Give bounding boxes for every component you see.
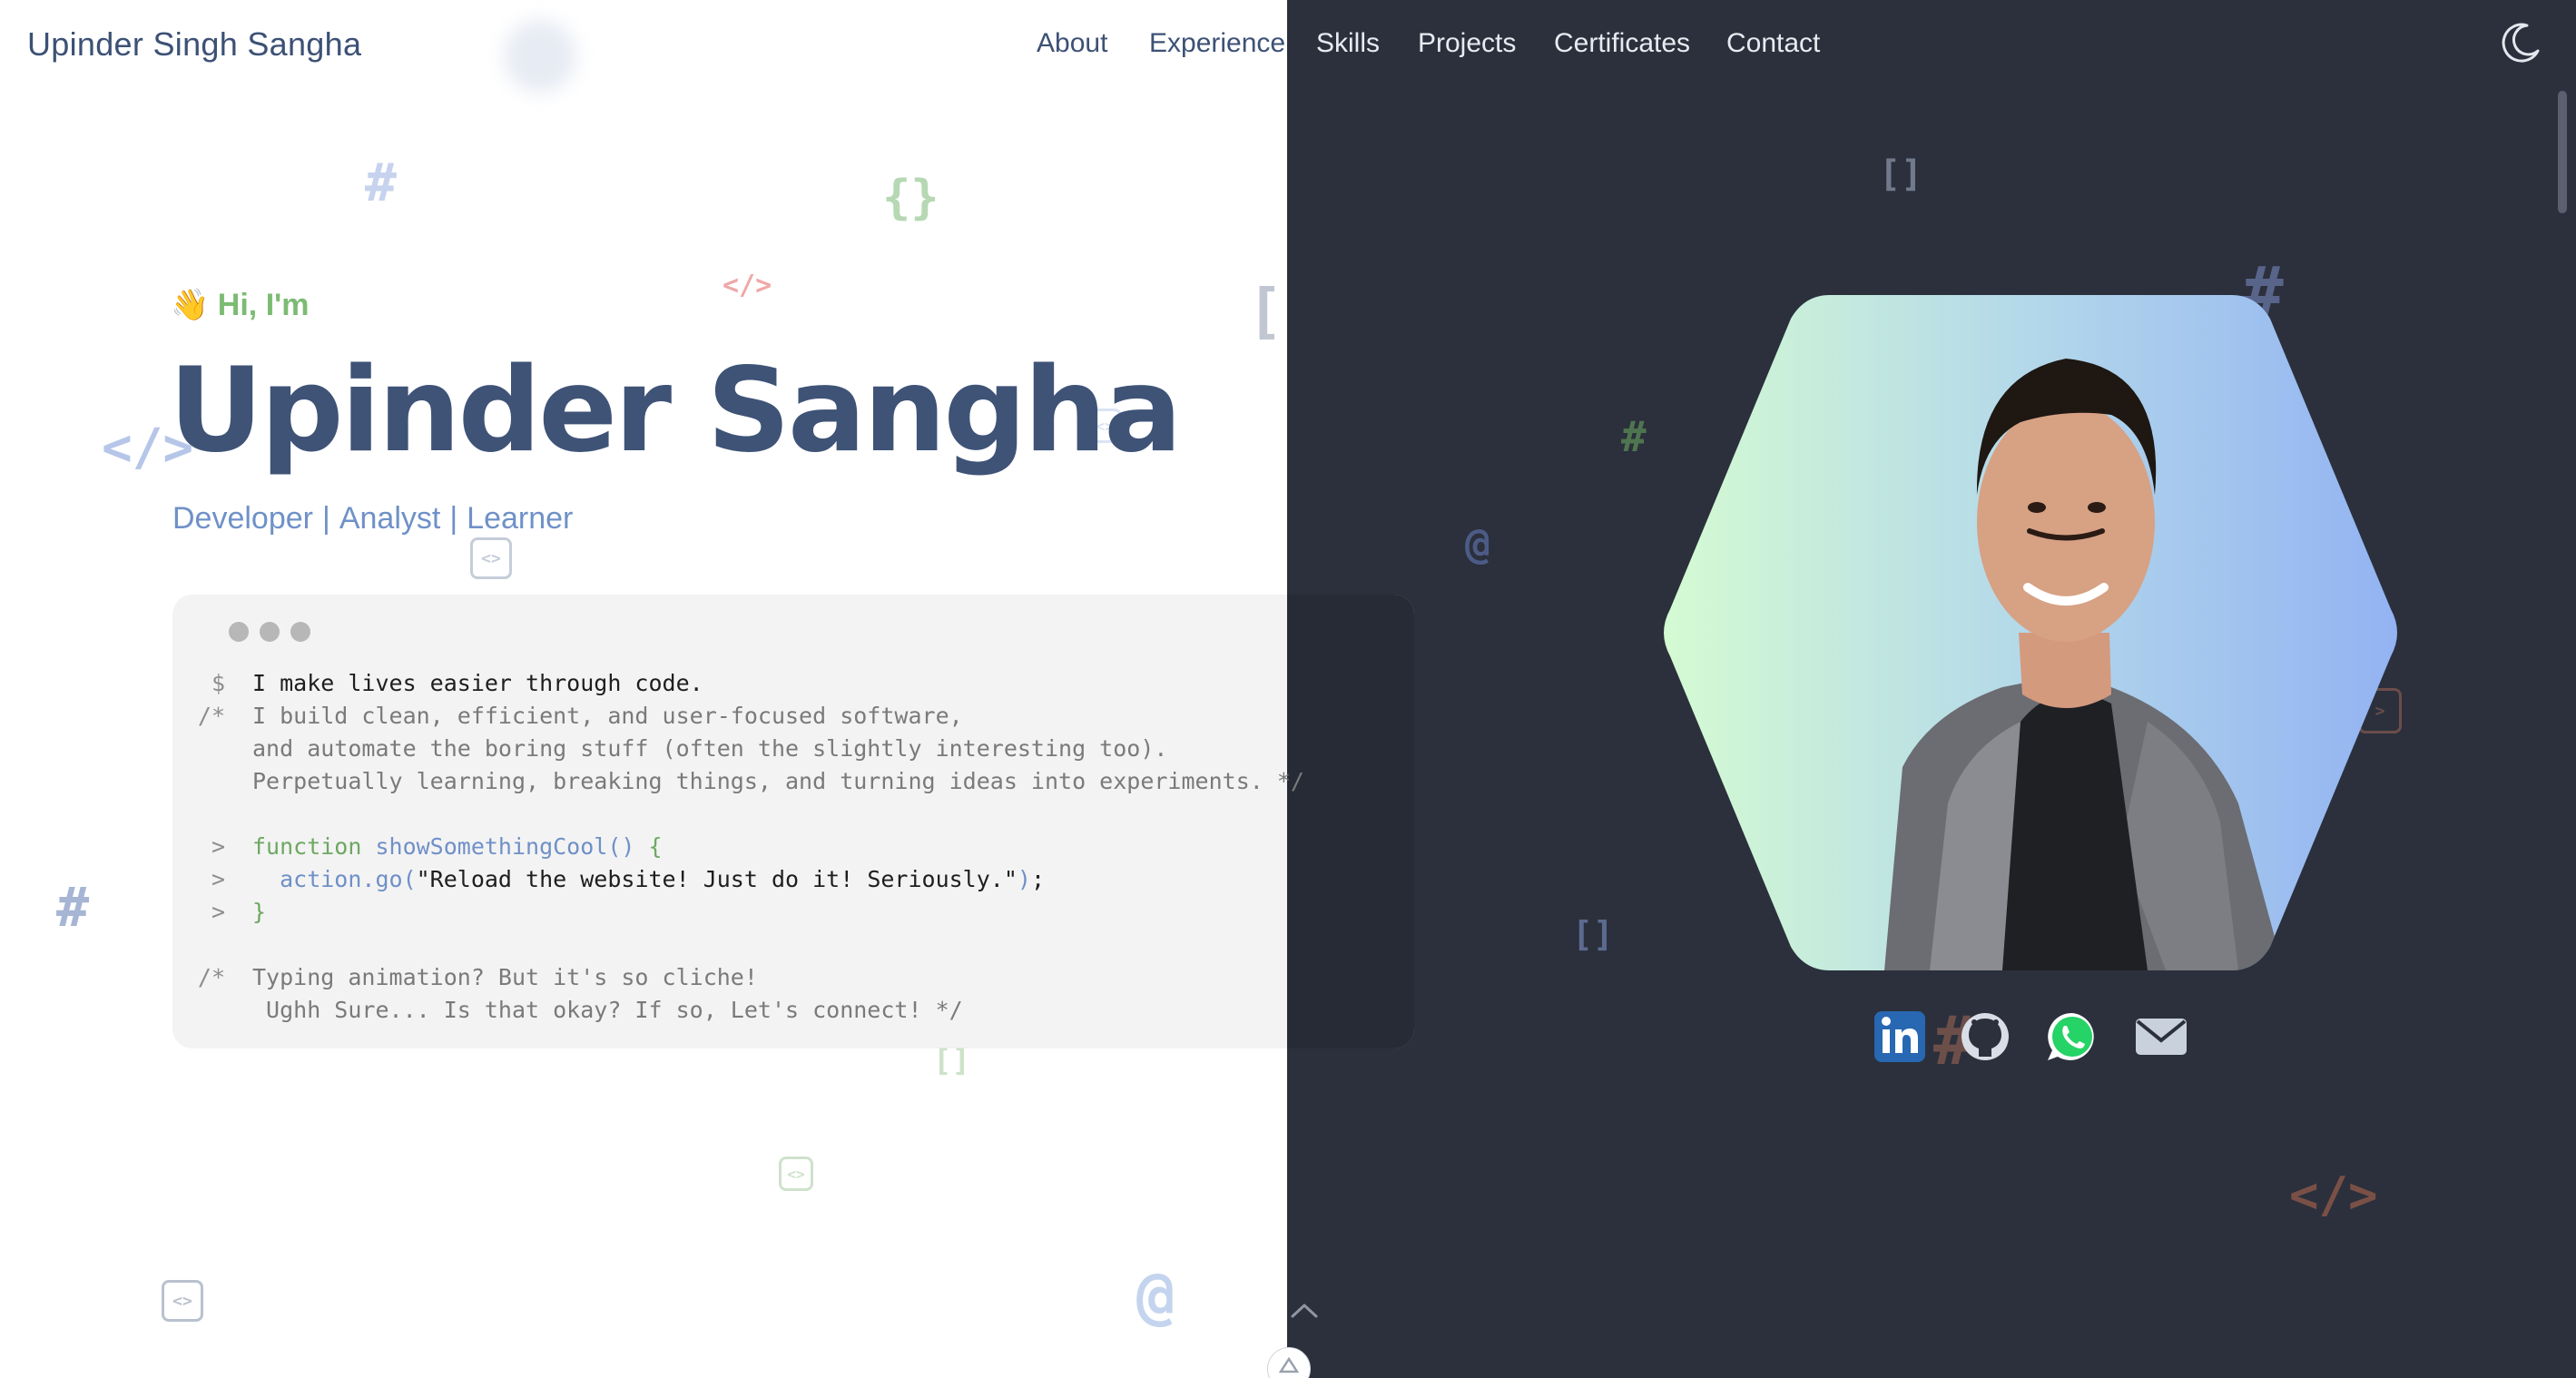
nav-link-skills[interactable]: Skills [1316,28,1380,59]
code-line: $ I make lives easier through code. [172,667,1304,700]
bracket-symbol-deco: [] [1572,914,1614,954]
nav-link-certificates[interactable]: Certificates [1554,28,1690,59]
code-line: Ughh Sure... Is that okay? If so, Let's … [172,994,1304,1027]
github-icon[interactable] [1958,1009,2012,1064]
code-gutter: > [211,899,225,925]
portfolio-page: # {} </> [ </> <> <> # [] <> <> @ [] # #… [0,0,2576,1378]
role-separator: | [449,501,458,536]
bracket-symbol-deco: [] [1879,153,1923,195]
hash-symbol-deco: # [365,152,397,213]
bracket-symbol-deco: [ [1247,276,1283,346]
whatsapp-icon[interactable] [2045,1009,2099,1064]
greeting: 👋 Hi, I'm [171,287,309,323]
page-scrollbar[interactable] [2558,91,2567,213]
role-separator: | [321,501,330,536]
code-token: I make lives easier through code. [252,670,703,696]
terminal-window: $ I make lives easier through code. /* I bu… [172,595,1414,1048]
hash-symbol-deco: # [56,876,90,940]
window-dot [260,622,280,642]
code-gutter: > [211,866,225,892]
role-developer: Developer [172,501,313,536]
hero-roles: Developer | Analyst | Learner [172,501,573,536]
code-token: and automate the boring stuff (often the… [252,735,1168,762]
code-token: function [252,833,376,860]
code-token: I build clean, efficient, and user-focus… [252,703,963,729]
nav-link-contact[interactable]: Contact [1726,28,1820,59]
code-line: >} [172,896,1304,929]
braces-symbol-deco: {} [882,171,939,225]
at-symbol-deco: @ [1465,519,1490,568]
linkedin-icon[interactable] [1873,1009,1927,1064]
window-dot [290,622,310,642]
terminal-code: $ I make lives easier through code. /* I bu… [172,667,1304,1027]
code-box-deco: <> [779,1157,813,1191]
code-box-deco: <> [162,1280,203,1322]
code-tag-symbol-deco: </> [2289,1166,2378,1224]
code-token: showSomethingCool() [375,833,635,860]
code-line: and automate the boring stuff (often the… [172,733,1304,765]
code-token: ) [1017,866,1031,892]
profile-portrait [1664,295,2397,970]
code-gutter: > [211,833,225,860]
code-gutter: $ [211,670,225,696]
code-gutter: /* [197,703,225,729]
code-line: > function showSomethingCool() { [172,831,1304,863]
role-analyst: Analyst [339,501,441,536]
code-token: action.go( [252,866,417,892]
code-token: Typing animation? But it's so cliche! [252,964,758,990]
code-token: Ughh Sure... Is that okay? If so, Let's … [252,997,963,1023]
social-links [1873,1009,2199,1068]
code-line: > action.go("Reload the website! Just do… [172,863,1304,896]
scroll-up-chevron-icon[interactable] [1289,1298,1320,1322]
code-line: Perpetually learning, breaking things, a… [172,765,1304,798]
code-line: /* I build clean, efficient, and user-foc… [172,700,1304,733]
moon-icon[interactable] [2496,20,2543,67]
code-token: "Reload the website! Just do it! Serious… [416,866,1018,892]
decorative-blur [504,20,576,93]
email-icon[interactable] [2134,1009,2188,1064]
window-dot [229,622,249,642]
code-line: /* Typing animation? But it's so cliche! [172,961,1304,994]
nav-link-projects[interactable]: Projects [1418,28,1516,59]
triangle-icon [1278,1356,1300,1373]
nav-link-experience[interactable]: Experience [1149,28,1285,59]
bracket-symbol-deco: [] [933,1043,970,1079]
code-token: ; [1030,866,1046,892]
hero-name: Upinder Sangha [169,343,1182,478]
at-symbol-deco: @ [1136,1258,1175,1333]
code-gutter: /* [197,964,225,990]
greeting-text: Hi, I'm [217,288,310,322]
code-box-deco: <> [470,537,512,579]
code-tag-symbol-deco: </> [723,270,772,301]
site-brand[interactable]: Upinder Singh Sangha [27,25,361,64]
code-token: Perpetually learning, breaking things, a… [252,768,1304,794]
terminal-window-controls [229,622,310,642]
back-to-top-button[interactable] [1267,1347,1311,1378]
waving-hand-icon: 👋 [171,288,210,322]
hash-symbol-deco: # [1621,412,1647,461]
terminal-dark-overlay [1287,595,1414,1048]
nav-link-about[interactable]: About [1037,28,1107,59]
code-token: } [252,899,267,925]
code-token: { [634,833,663,860]
role-learner: Learner [467,501,574,536]
